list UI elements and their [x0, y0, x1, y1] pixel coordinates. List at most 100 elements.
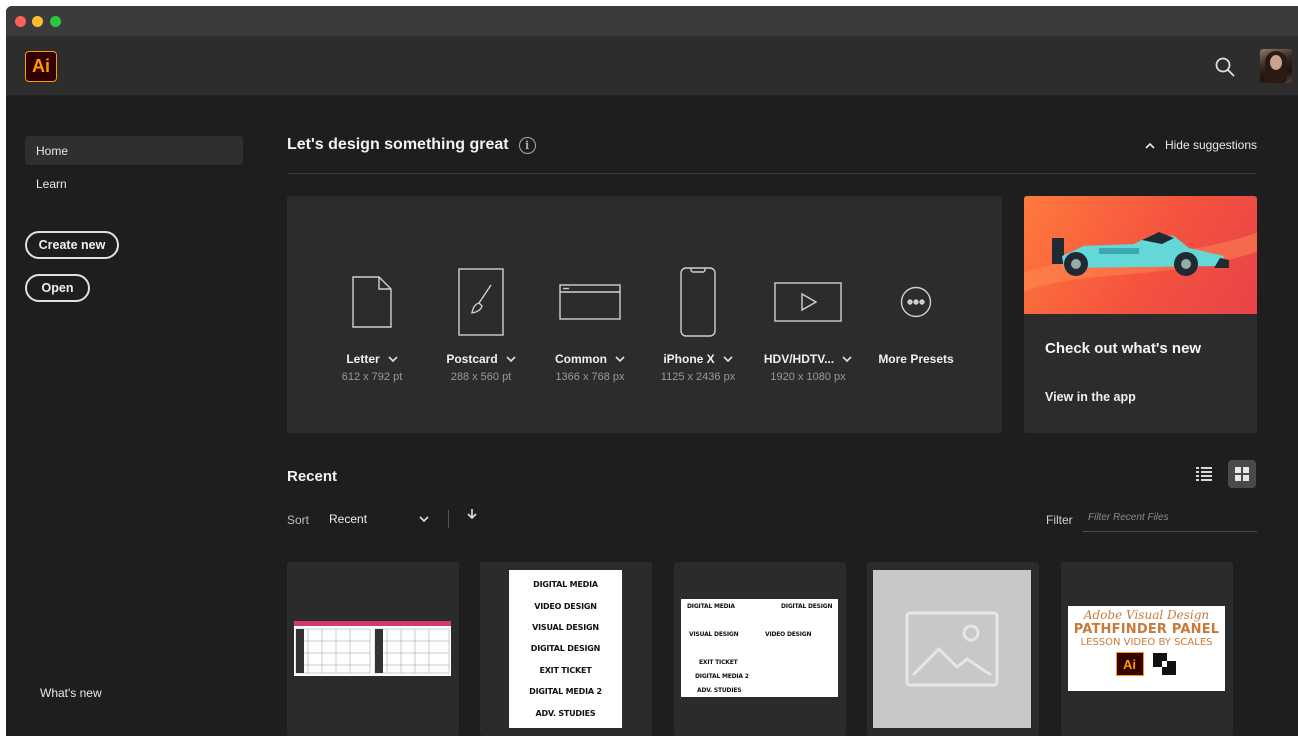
grid-icon: [1235, 467, 1249, 481]
preview-text: DIGITAL MEDIA: [533, 580, 598, 590]
chevron-down-icon: [419, 515, 429, 522]
preset-name: Common: [555, 352, 607, 366]
preview-text: DIGITAL DESIGN: [781, 603, 833, 610]
phone-icon: [680, 267, 716, 337]
sort-value: Recent: [329, 512, 368, 526]
whats-new-title: Check out what's new: [1045, 340, 1202, 357]
calendar-preview: [294, 621, 451, 676]
open-button[interactable]: Open: [25, 274, 90, 302]
recent-file-thumbnail[interactable]: DIGITAL MEDIA DIGITAL DESIGN VISUAL DESI…: [674, 562, 846, 736]
arrow-down-icon: [467, 509, 477, 520]
recent-file-thumbnail[interactable]: Adobe Visual Design PATHFINDER PANEL LES…: [1061, 562, 1233, 736]
preview-text: VIDEO DESIGN: [534, 601, 597, 611]
preview-text: Adobe Visual Design: [1083, 608, 1210, 622]
preview-text: ADV. STUDIES: [535, 708, 596, 718]
race-car-illustration: [1024, 196, 1257, 314]
recent-file-thumbnail[interactable]: DIGITAL MEDIA VIDEO DESIGN VISUAL DESIGN…: [480, 562, 652, 736]
chevron-down-icon[interactable]: [506, 355, 516, 363]
placeholder-preview: [873, 570, 1031, 728]
preview-text: VIDEO DESIGN: [765, 631, 812, 638]
preview-text: DIGITAL MEDIA: [687, 603, 735, 610]
view-in-app-link[interactable]: View in the app: [1045, 390, 1136, 404]
preset-more-presets[interactable]: More Presets: [861, 266, 971, 371]
preset-name: HDV/HDTV...: [763, 352, 835, 366]
chevron-down-icon[interactable]: [388, 355, 398, 363]
chevron-down-icon[interactable]: [723, 355, 733, 363]
preset-name: More Presets: [878, 352, 954, 366]
digital-media-list-preview: DIGITAL MEDIA VIDEO DESIGN VISUAL DESIGN…: [509, 570, 622, 728]
preset-size: 288 x 560 pt: [450, 371, 512, 383]
sort-dropdown[interactable]: Recent: [329, 507, 429, 531]
image-placeholder-icon: [905, 611, 999, 687]
document-icon: [352, 276, 392, 328]
illustrator-logo[interactable]: Ai: [25, 51, 57, 82]
grid-view-button[interactable]: [1228, 460, 1256, 488]
chevron-down-icon[interactable]: [842, 355, 852, 363]
preview-text: DIGITAL DESIGN: [530, 644, 601, 654]
app-header: Ai: [6, 36, 1298, 96]
preset-size: 1366 x 768 px: [555, 371, 625, 383]
hide-suggestions-button[interactable]: Hide suggestions: [1145, 138, 1257, 152]
divider: [287, 173, 1257, 174]
chevron-up-icon: [1145, 142, 1155, 149]
preview-text: PATHFINDER PANEL: [1073, 622, 1220, 637]
app-window: Ai Home Learn Create new Open What's new…: [6, 6, 1298, 736]
preset-postcard[interactable]: Postcard 288 x 560 pt: [426, 266, 536, 383]
avatar[interactable]: [1260, 49, 1292, 83]
preset-size: 612 x 792 pt: [341, 371, 403, 383]
brush-icon: [458, 268, 504, 336]
sort-label: Sort: [287, 513, 310, 527]
hide-suggestions-label: Hide suggestions: [1164, 138, 1257, 152]
exit-ticket-preview: DIGITAL MEDIA DIGITAL DESIGN VISUAL DESI…: [681, 599, 838, 697]
close-window-button[interactable]: [15, 16, 26, 27]
more-icon: [900, 286, 932, 318]
preview-text: VISUAL DESIGN: [689, 631, 739, 638]
preset-name: iPhone X: [663, 352, 715, 366]
pathfinder-preview: Adobe Visual Design PATHFINDER PANEL LES…: [1068, 606, 1225, 691]
illustrator-logo: Ai: [1115, 652, 1144, 676]
preset-size: 1920 x 1080 px: [770, 371, 846, 383]
page-title: Let's design something great i: [287, 136, 536, 154]
search-icon: [1215, 57, 1235, 77]
presets-panel: Letter 612 x 792 pt Postcard 288 x 560 p…: [287, 196, 1002, 433]
video-play-icon: [774, 282, 842, 322]
preset-name: Postcard: [446, 352, 498, 366]
chevron-down-icon[interactable]: [615, 355, 625, 363]
preview-text: LESSON VIDEO BY SCALES: [1080, 637, 1213, 648]
filter-input[interactable]: [1083, 504, 1257, 532]
filter-label: Filter: [1046, 513, 1073, 527]
preset-size: 1125 x 2436 px: [660, 371, 736, 383]
titlebar: [6, 6, 1298, 36]
preset-common[interactable]: Common 1366 x 768 px: [535, 266, 645, 383]
preset-letter[interactable]: Letter 612 x 792 pt: [317, 266, 427, 383]
preview-text: EXIT TICKET: [699, 659, 738, 666]
preview-text: DIGITAL MEDIA 2: [529, 687, 602, 697]
sidebar: Home Learn Create new Open What's new: [6, 96, 256, 736]
whats-new-link[interactable]: What's new: [40, 686, 102, 700]
recent-title: Recent: [287, 468, 338, 485]
preset-name: Letter: [346, 352, 380, 366]
sidebar-item-learn[interactable]: Learn: [25, 169, 243, 198]
zoom-window-button[interactable]: [50, 16, 61, 27]
preview-text: VISUAL DESIGN: [532, 623, 599, 633]
recent-file-thumbnail[interactable]: [867, 562, 1039, 736]
preview-text: EXIT TICKET: [539, 665, 592, 675]
sidebar-item-home[interactable]: Home: [25, 136, 243, 165]
sort-direction-button[interactable]: [467, 508, 477, 523]
search-button[interactable]: [1213, 55, 1237, 79]
recent-file-thumbnail[interactable]: [287, 562, 459, 736]
preview-text: DIGITAL MEDIA 2: [695, 673, 749, 680]
preview-text: ADV. STUDIES: [697, 687, 742, 694]
browser-window-icon: [559, 284, 621, 320]
main-content: Let's design something great i Hide sugg…: [287, 96, 1257, 736]
divider: [448, 510, 449, 528]
preset-hdv-hdtv[interactable]: HDV/HDTV... 1920 x 1080 px: [753, 266, 863, 383]
info-icon[interactable]: i: [518, 136, 536, 154]
minimize-window-button[interactable]: [32, 16, 43, 27]
create-new-button[interactable]: Create new: [25, 231, 119, 259]
list-view-button[interactable]: [1190, 460, 1218, 488]
headline-text: Let's design something great: [287, 136, 509, 153]
list-icon: [1196, 467, 1212, 481]
whats-new-card[interactable]: Check out what's new View in the app: [1024, 196, 1257, 433]
preset-iphone-x[interactable]: iPhone X 1125 x 2436 px: [643, 266, 753, 383]
